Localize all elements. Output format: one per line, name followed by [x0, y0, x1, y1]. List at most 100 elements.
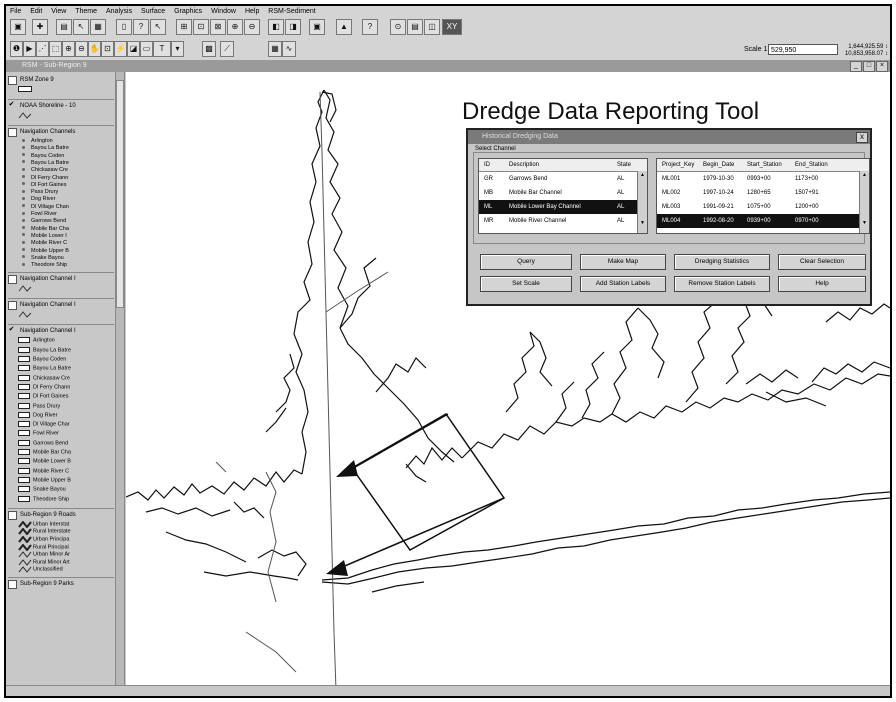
label-tool[interactable]: ▭ [140, 41, 153, 57]
find-button[interactable]: ▯ [116, 19, 132, 35]
close-view-button[interactable]: × [876, 61, 888, 72]
theme-visibility-checkbox[interactable] [8, 128, 17, 137]
project-row[interactable]: ML003 1991-09-21 1075+00 1200+00 [657, 200, 869, 214]
clear-selection-button[interactable]: Clear Selection [778, 254, 866, 270]
snap-tool[interactable]: ▩ [202, 41, 216, 57]
polygon-symbol [18, 430, 30, 437]
menu-surface[interactable]: Surface [141, 8, 165, 15]
menu-view[interactable]: View [51, 8, 66, 15]
toc-theme[interactable]: Sub-Region 9 Parks [8, 580, 112, 590]
menu-analysis[interactable]: Analysis [106, 8, 132, 15]
set-scale-button[interactable]: Set Scale [480, 276, 572, 292]
project-list-scrollbar[interactable]: ▲ ▼ [859, 171, 869, 233]
dredge-tool-button[interactable]: ⊙ [390, 19, 406, 35]
edit-legend-button[interactable]: ↖ [73, 19, 89, 35]
add-station-labels-button[interactable]: Add Station Labels [580, 276, 666, 292]
pan-tool[interactable]: ✋ [88, 41, 101, 57]
query-builder-button[interactable]: ? [133, 19, 149, 35]
toc-scrollbar[interactable] [115, 72, 124, 690]
map-view[interactable]: Dredge Data Reporting Tool Historical Dr… [126, 72, 890, 690]
channel-row[interactable]: GR Garrows Bend AL [479, 172, 647, 186]
zoom-selected-button[interactable]: ⊠ [210, 19, 226, 35]
toc-theme[interactable]: ✔ NOAA Shoreline - 10 [8, 101, 112, 112]
channel-state-cell: AL [617, 190, 625, 196]
zoom-previous-button[interactable]: ◧ [268, 19, 284, 35]
scale-input[interactable]: 529,950 [768, 44, 838, 55]
zoom-in-button[interactable]: ⊕ [227, 19, 243, 35]
legend-road-item: Urban Interstat [18, 520, 69, 529]
select-features-button[interactable]: ↖ [150, 19, 166, 35]
menu-edit[interactable]: Edit [30, 8, 42, 15]
zoom-active-button[interactable]: ⊡ [193, 19, 209, 35]
project-row[interactable]: ML001 1979-10-30 0993+00 1173+00 [657, 172, 869, 186]
menu-graphics[interactable]: Graphics [174, 8, 202, 15]
channel-list-scrollbar[interactable]: ▲ ▼ [637, 171, 647, 233]
legend-label: Unclassified [33, 566, 63, 573]
grid-tool[interactable]: ▦ [268, 41, 282, 57]
area-tool[interactable]: ◪ [127, 41, 140, 57]
theme-visibility-checkbox[interactable] [8, 301, 17, 311]
toc-theme[interactable]: ✔ Navigation Channel I [8, 326, 112, 337]
polygon-symbol [18, 86, 32, 92]
channel-row[interactable]: ML Mobile Lower Bay Channel AL [479, 200, 647, 214]
theme-properties-button[interactable]: ▤ [56, 19, 72, 35]
project-row[interactable]: ML002 1997-10-24 1280+65 1507+91 [657, 186, 869, 200]
select-by-theme-button[interactable]: ◨ [285, 19, 301, 35]
project-row[interactable]: ML004 1992-08-20 0939+00 0970+00 [657, 214, 869, 228]
theme-visibility-checkbox[interactable] [8, 580, 17, 589]
minimize-button[interactable]: _ [850, 61, 862, 72]
clear-selected-button[interactable]: ▣ [309, 19, 325, 35]
menu-file[interactable]: File [10, 8, 21, 15]
channel-list[interactable]: ID Description State GR Garrows Bend AL MB M… [478, 158, 648, 234]
theme-visibility-checkbox[interactable] [8, 510, 17, 520]
project-list[interactable]: Project_Key Begin_Date Start_Station End… [656, 158, 870, 234]
zoom-out-tool[interactable]: ⊖ [75, 41, 88, 57]
identify-tool[interactable]: ❶ [10, 41, 23, 57]
menu-help[interactable]: Help [245, 8, 259, 15]
theme-visibility-checkbox[interactable]: ✔ [8, 326, 15, 334]
polygon-symbol [18, 402, 30, 409]
zoom-full-button[interactable]: ⊞ [176, 19, 192, 35]
help-dialog-button[interactable]: Help [778, 276, 866, 292]
maximize-button[interactable]: □ [863, 61, 875, 72]
dialog-close-button[interactable]: x [856, 132, 868, 143]
toc-theme[interactable]: RSM Zone 9 [8, 76, 112, 86]
toc-theme[interactable]: Sub-Region 9 Roads [8, 510, 112, 521]
menu-theme[interactable]: Theme [75, 8, 97, 15]
open-table-button[interactable]: ▦ [90, 19, 106, 35]
menu-rsm-sediment[interactable]: RSM-Sediment [268, 8, 315, 15]
pointer-tool[interactable]: ▶ [23, 41, 36, 57]
toc-scroll-thumb[interactable] [116, 80, 124, 308]
zoom-out-button[interactable]: ⊖ [244, 19, 260, 35]
theme-visibility-checkbox[interactable] [8, 275, 17, 285]
remove-station-labels-button[interactable]: Remove Station Labels [674, 276, 770, 292]
theme-visibility-checkbox[interactable]: ✔ [8, 101, 15, 109]
vertex-edit-tool[interactable]: ⋰ [36, 41, 49, 57]
add-theme-button[interactable]: ✚ [32, 19, 48, 35]
toc-theme[interactable]: Navigation Channel I [8, 301, 112, 311]
split-tool[interactable]: ⟋ [220, 41, 234, 57]
dredging-statistics-button[interactable]: Dredging Statistics [674, 254, 770, 270]
report-button[interactable]: ▤ [407, 19, 423, 35]
draw-tool[interactable]: ▾ [171, 41, 184, 57]
report-view-button[interactable]: ◫ [424, 19, 440, 35]
select-feature-tool[interactable]: ⬚ [49, 41, 62, 57]
xy-button[interactable]: XY [442, 19, 462, 35]
toc-theme[interactable]: Navigation Channel I [8, 275, 112, 285]
query-button[interactable]: Query [480, 254, 572, 270]
menu-window[interactable]: Window [211, 8, 236, 15]
toc-theme[interactable]: Navigation Channels [8, 128, 112, 138]
save-project-button[interactable]: ▣ [10, 19, 26, 35]
legend-channel-item: Theodore Ship [18, 262, 67, 269]
help-button[interactable]: ▲ [336, 19, 352, 35]
hotlink-tool[interactable]: ⚡ [114, 41, 127, 57]
text-tool[interactable]: T [153, 41, 171, 57]
theme-visibility-checkbox[interactable] [8, 76, 17, 85]
line-tool[interactable]: ∿ [282, 41, 296, 57]
zoom-in-tool[interactable]: ⊕ [62, 41, 75, 57]
channel-row[interactable]: MR Mobile River Channel AL [479, 214, 647, 228]
channel-row[interactable]: MB Mobile Bar Channel AL [479, 186, 647, 200]
measure-tool[interactable]: ⊡ [101, 41, 114, 57]
help-tool-button[interactable]: ? [362, 19, 378, 35]
make-map-button[interactable]: Make Map [580, 254, 666, 270]
